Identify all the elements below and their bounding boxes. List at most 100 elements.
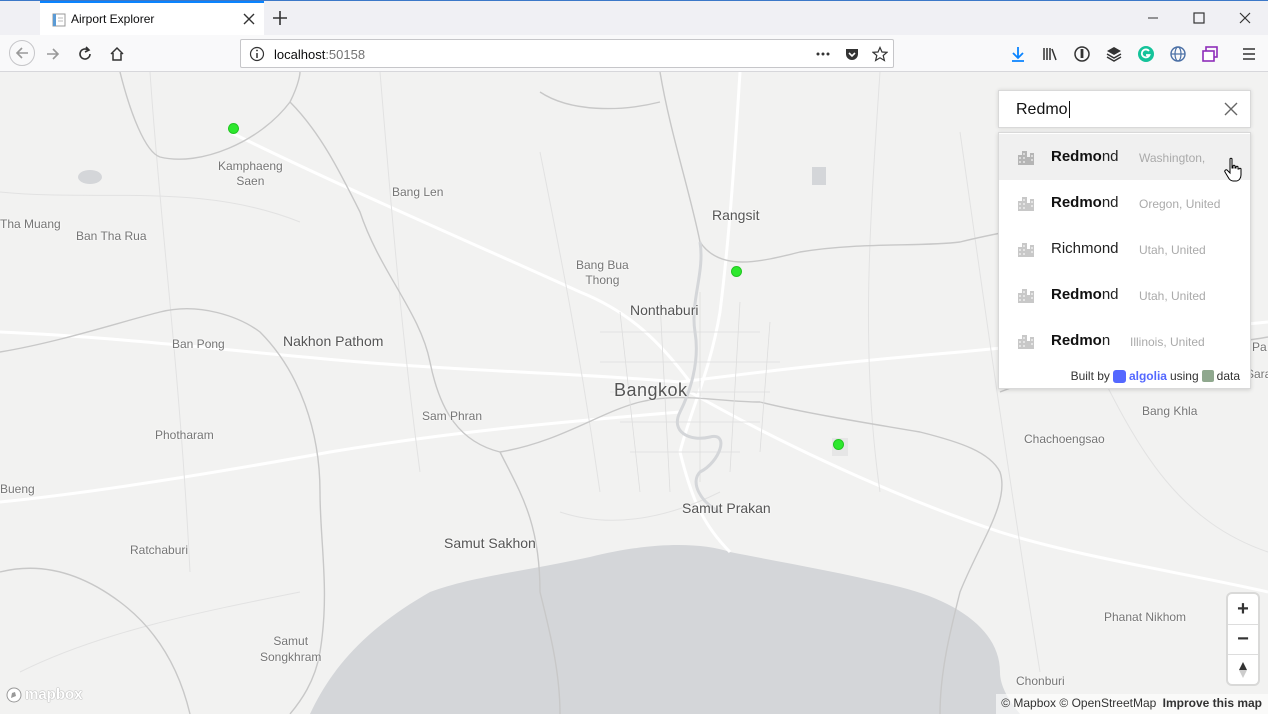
place-label: Ban Pong [172, 337, 225, 351]
place-label: Rangsit [712, 207, 760, 223]
city-icon [1018, 197, 1034, 211]
airport-marker[interactable] [833, 439, 844, 450]
url-port: :50158 [325, 47, 366, 62]
address-bar[interactable]: localhost:50158 [240, 39, 894, 68]
new-tab-icon[interactable] [271, 9, 289, 27]
close-icon[interactable] [242, 12, 256, 26]
powered-by-text: Built by [1070, 369, 1110, 383]
place-label: Bang Bua Thong [576, 258, 629, 287]
home-icon [110, 46, 124, 61]
powered-data-text: data [1216, 369, 1240, 383]
place-label: Bang Khla [1142, 404, 1198, 418]
mapbox-logo[interactable]: mapbox [6, 686, 83, 703]
suggestion-item[interactable]: Redmond Utah, United [999, 272, 1250, 318]
search-input[interactable]: Redmo [1016, 101, 1216, 119]
place-label: Bueng [0, 482, 35, 496]
improve-map-link[interactable]: Improve this map [1163, 696, 1262, 710]
place-label: Tha Muang [0, 217, 61, 231]
url-host: localhost [274, 47, 326, 62]
back-arrow-icon [15, 47, 28, 59]
zoom-in-button[interactable]: + [1228, 594, 1258, 624]
place-label: Bang Len [392, 185, 444, 199]
zoom-out-button[interactable]: − [1228, 624, 1258, 654]
map-navigation-control: + − [1228, 594, 1258, 684]
attribution-osm-link[interactable]: © OpenStreetMap [1059, 696, 1156, 710]
city-icon [1018, 289, 1034, 303]
place-label: Nakhon Pathom [283, 333, 384, 349]
globe-icon[interactable] [1169, 45, 1187, 63]
library-icon[interactable] [1041, 45, 1059, 63]
mapbox-logo-text: mapbox [25, 686, 83, 703]
bookmark-star-icon[interactable] [872, 46, 888, 62]
compass-icon [1239, 661, 1247, 678]
hand-cursor-icon [1224, 157, 1242, 182]
place-label: Samut Songkhram [260, 634, 322, 664]
menu-icon[interactable] [1240, 45, 1258, 63]
powered-using-text: using [1169, 369, 1199, 383]
city-icon [1018, 151, 1034, 165]
browser-titlebar: Airport Explorer [0, 0, 1268, 36]
back-button[interactable] [9, 40, 35, 66]
place-label: Pa [1252, 340, 1267, 354]
place-label: Chonburi [1016, 674, 1065, 688]
suggestion-item[interactable]: Richmond Utah, United [999, 226, 1250, 272]
info-icon[interactable] [249, 46, 265, 62]
city-icon [1018, 243, 1034, 257]
airport-marker[interactable] [228, 123, 239, 134]
city-icon [1018, 335, 1034, 349]
downloads-icon[interactable] [1009, 45, 1027, 63]
openstreetmap-logo-icon [1201, 370, 1214, 382]
airport-marker[interactable] [731, 266, 742, 277]
more-actions-icon[interactable] [815, 46, 831, 62]
algolia-logo-icon [1112, 369, 1126, 383]
suggestion-region: Illinois, United [1130, 335, 1205, 349]
reload-icon [79, 46, 91, 60]
place-label: Kamphaeng Saen [218, 159, 283, 188]
tab-airport-explorer[interactable]: Airport Explorer [40, 1, 264, 36]
compass-button[interactable] [1228, 654, 1258, 684]
suggestion-region: Utah, United [1139, 289, 1206, 303]
tab-title: Airport Explorer [71, 12, 155, 26]
suggestion-name: Redmond [1051, 194, 1119, 211]
suggestion-item[interactable]: Redmond Washington, [999, 134, 1250, 180]
suggestion-item[interactable]: Redmon Illinois, United [999, 318, 1250, 364]
pocket-icon[interactable] [844, 46, 860, 62]
grammarly-icon[interactable] [1137, 45, 1155, 63]
password-manager-icon[interactable] [1073, 45, 1091, 63]
search-input-value: Redmo [1016, 101, 1068, 118]
clear-search-icon[interactable] [1224, 102, 1238, 116]
algolia-brand[interactable]: algolia [1129, 369, 1167, 383]
place-label: Ban Tha Rua [76, 229, 147, 243]
reload-button[interactable] [73, 42, 97, 66]
suggestion-name: Redmond [1051, 148, 1119, 165]
attribution-mapbox-link[interactable]: © Mapbox [1001, 696, 1056, 710]
place-label: Photharam [155, 428, 214, 442]
search-box[interactable]: Redmo [998, 90, 1251, 128]
place-label: Samut Sakhon [444, 535, 536, 551]
maximize-icon[interactable] [1191, 10, 1207, 26]
text-caret [1068, 101, 1070, 119]
map-attribution: © Mapbox © OpenStreetMap Improve this ma… [996, 694, 1268, 714]
home-button[interactable] [105, 42, 129, 66]
mapbox-logo-icon [6, 687, 22, 702]
suggestions-dropdown: Redmond Washington, Redmond Oregon, Unit… [998, 132, 1251, 389]
suggestion-name: Redmon [1051, 332, 1111, 349]
place-label: Bangkok [614, 380, 688, 400]
suggestion-item[interactable]: Redmond Oregon, United [999, 180, 1250, 226]
layers-extension-icon[interactable] [1105, 45, 1123, 63]
suggestion-region: Utah, United [1139, 243, 1206, 257]
place-label: Samut Prakan [682, 500, 771, 516]
place-label: Ratchaburi [130, 543, 189, 557]
suggestion-name: Richmond [1051, 240, 1119, 257]
suggestion-region: Washington, [1139, 151, 1206, 165]
page-icon [52, 13, 66, 27]
window-close-icon[interactable] [1237, 10, 1253, 26]
forward-arrow-icon [47, 48, 60, 60]
place-label: Nonthaburi [630, 302, 699, 318]
multi-window-icon[interactable] [1201, 45, 1219, 63]
minimize-icon[interactable] [1145, 10, 1161, 26]
powered-by-attribution: Built by algolia using data [1071, 369, 1240, 383]
place-label: Phanat Nikhom [1104, 610, 1187, 624]
place-label: Sam Phran [422, 409, 483, 423]
forward-button[interactable] [41, 42, 65, 66]
